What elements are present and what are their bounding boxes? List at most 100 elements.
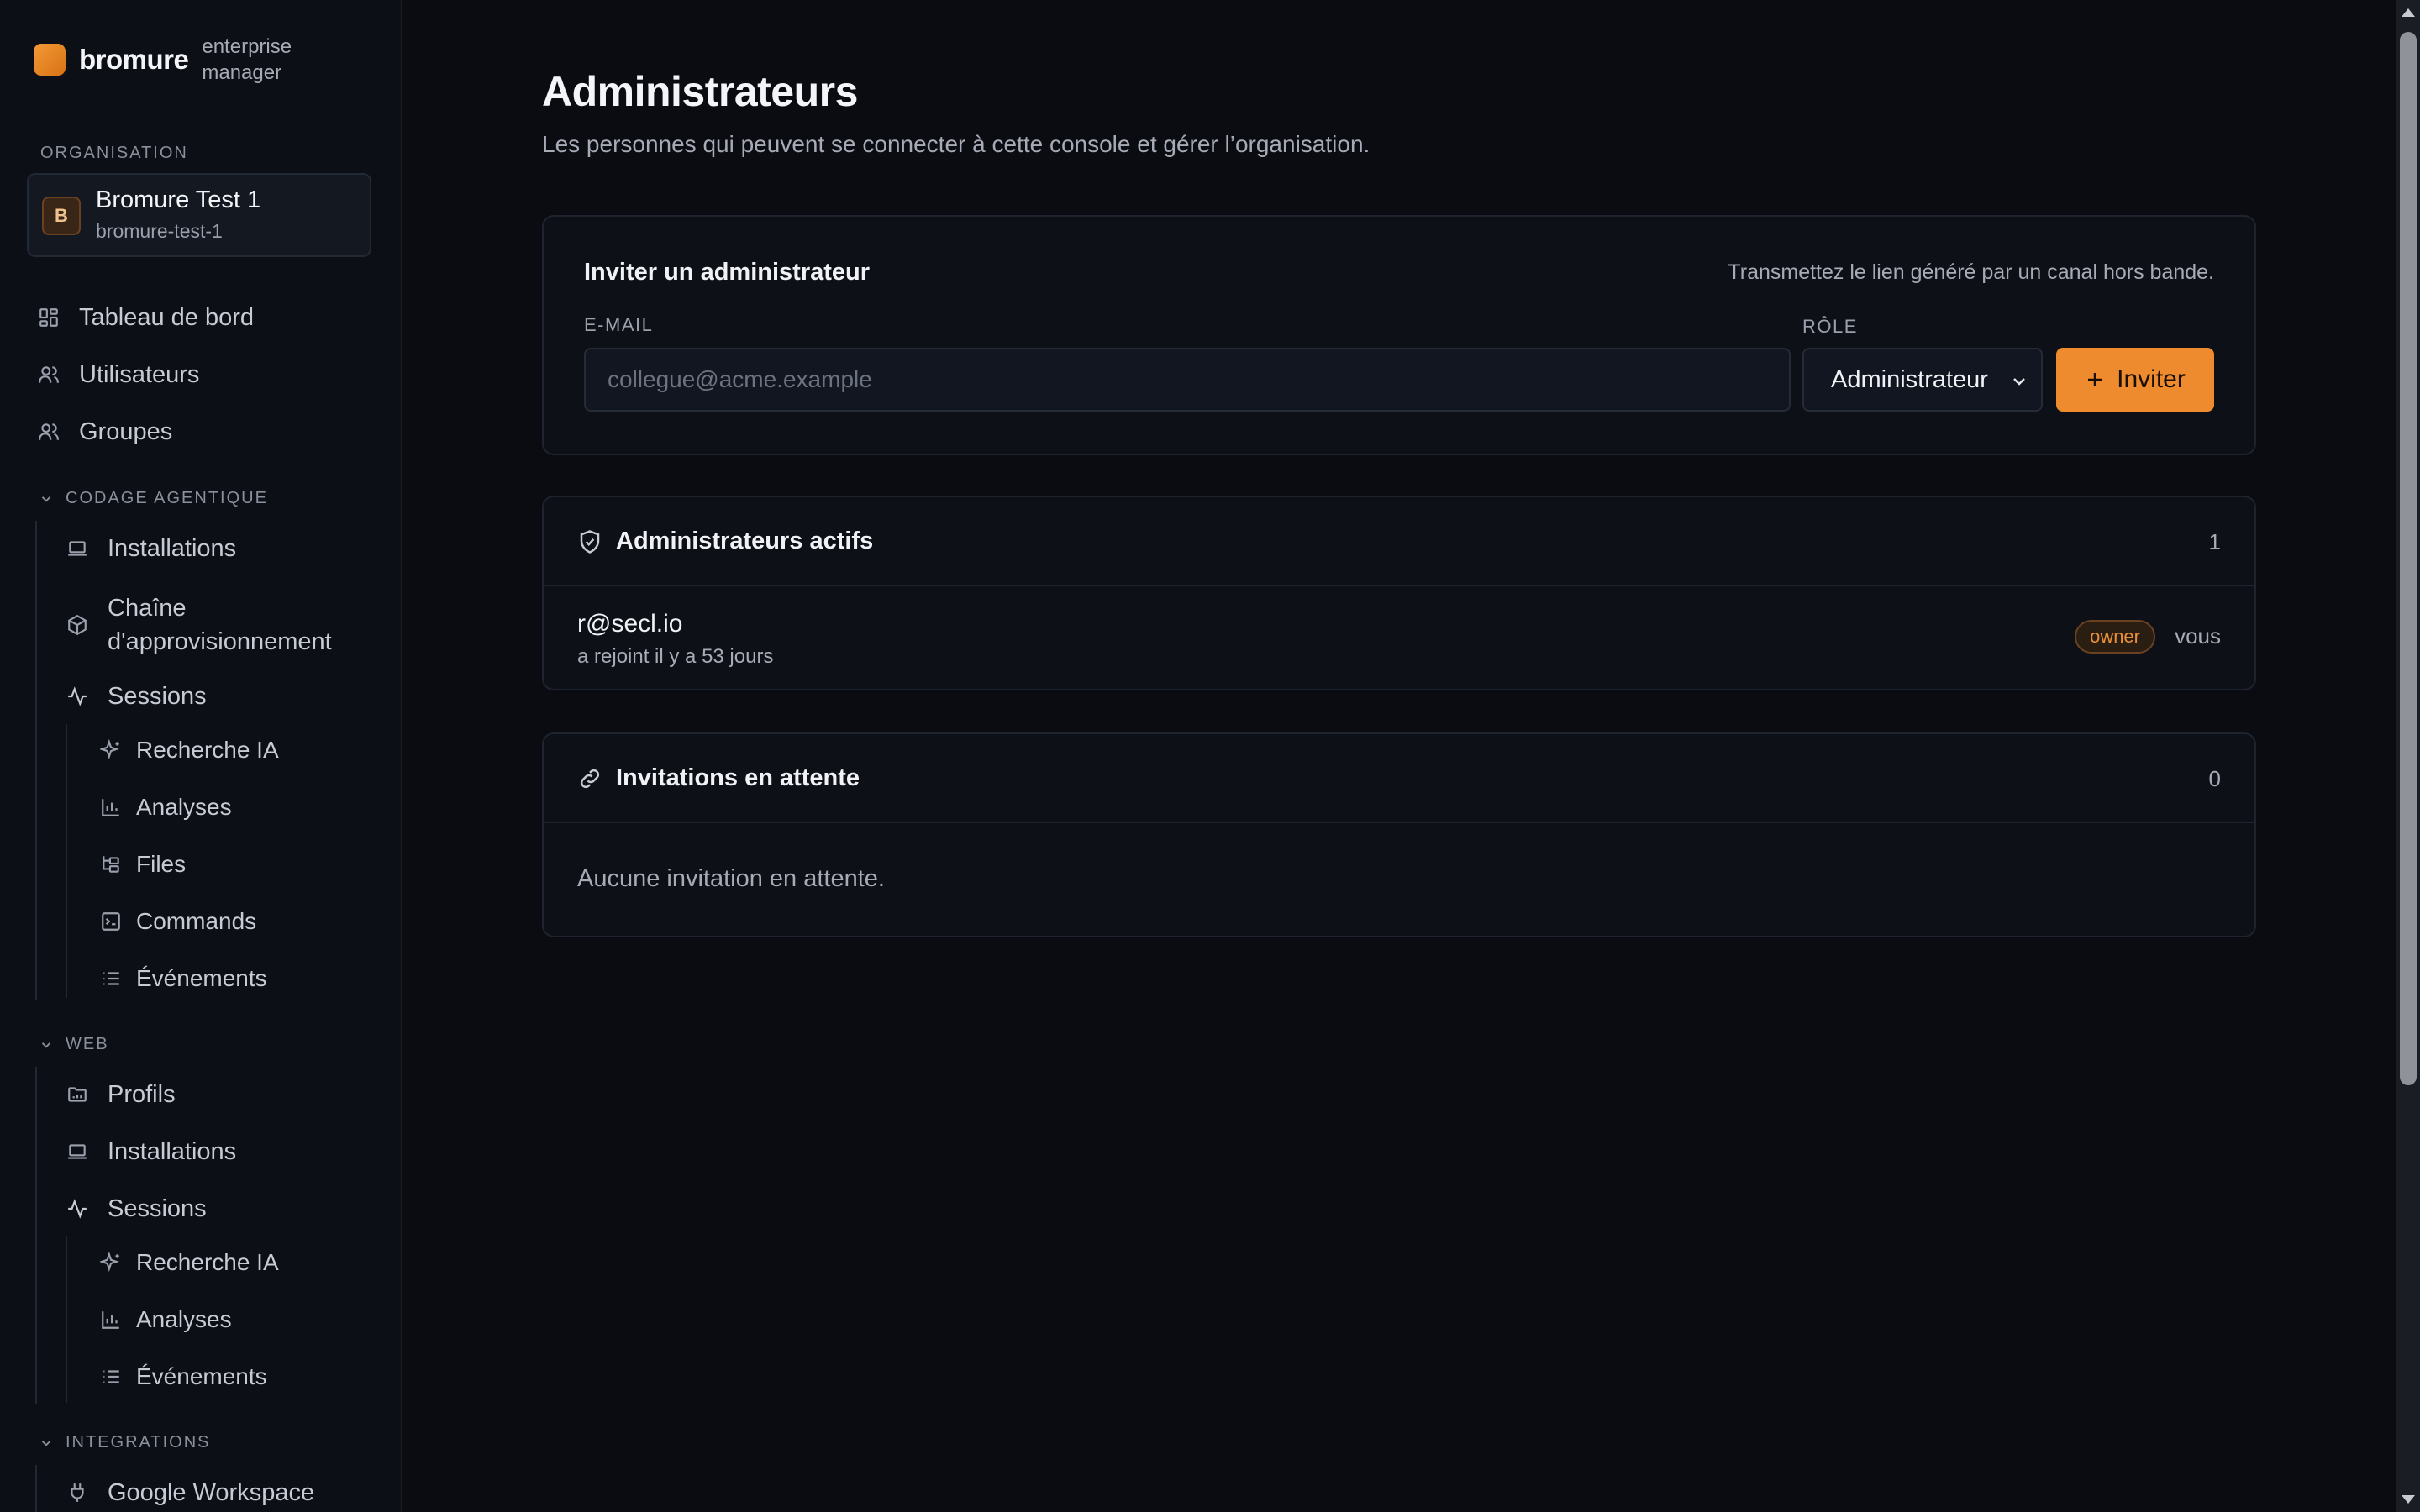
sidebar-item-agentic-analyses[interactable]: Analyses	[99, 788, 232, 827]
empty-state-text: Aucune invitation en attente.	[577, 865, 885, 892]
sidebar-item-label: Installations	[108, 1137, 237, 1165]
sidebar-item-label: Files	[136, 851, 187, 877]
admin-joined: a rejoint il y a 53 jours	[577, 645, 774, 668]
sidebar-item-google-workspace[interactable]: Google Workspace	[66, 1473, 314, 1512]
brand-logo[interactable]: bromure enterprise manager	[34, 34, 311, 86]
terminal-icon	[99, 910, 123, 933]
active-admins-card: Administrateurs actifs 1 r@secl.io a rej…	[542, 496, 2256, 690]
sidebar-item-web-ai-search[interactable]: Recherche IA	[99, 1243, 279, 1282]
users-icon	[37, 363, 60, 386]
laptop-icon	[66, 1140, 89, 1163]
list-icon	[99, 967, 123, 990]
group-icon	[37, 420, 60, 444]
sidebar: bromure enterprise manager ORGANISATION …	[0, 0, 402, 1512]
plus-icon	[2088, 373, 2102, 386]
sidebar-item-agentic-installations[interactable]: Installations	[66, 529, 236, 568]
sidebar-item-label: Utilisateurs	[79, 360, 200, 388]
pending-invitations-title: Invitations en attente	[616, 764, 860, 791]
sidebar-item-web-profiles[interactable]: Profils	[66, 1075, 176, 1114]
sidebar-item-agentic-files[interactable]: Files	[99, 845, 186, 884]
dashboard-icon	[37, 306, 60, 329]
org-section-label: ORGANISATION	[40, 144, 188, 162]
sidebar-item-web-analyses[interactable]: Analyses	[99, 1300, 232, 1339]
org-name: Bromure Test 1	[96, 186, 261, 213]
logo-mark-icon	[34, 44, 66, 76]
bar-chart-icon	[99, 795, 123, 819]
sidebar-item-label: Tableau de bord	[79, 303, 254, 331]
active-admins-header: Administrateurs actifs 1	[544, 497, 2254, 586]
sidebar-item-dashboard[interactable]: Tableau de bord	[37, 298, 254, 337]
org-switcher[interactable]: B Bromure Test 1 bromure-test-1	[27, 173, 371, 257]
bar-chart-icon	[99, 1308, 123, 1331]
sidebar-item-agentic-ai-search[interactable]: Recherche IA	[99, 731, 279, 769]
section-toggle-agentic[interactable]: CODAGE AGENTIQUE	[39, 489, 268, 508]
page-title: Administrateurs	[542, 68, 858, 115]
files-icon	[99, 853, 123, 876]
activity-icon	[66, 1197, 89, 1221]
org-avatar: B	[42, 197, 81, 235]
sidebar-item-label: Événements	[136, 965, 267, 991]
scroll-up-arrow-icon[interactable]	[2402, 8, 2415, 17]
current-user-label: vous	[2175, 623, 2221, 648]
pending-invitations-count: 0	[2208, 766, 2221, 791]
invite-button[interactable]: Inviter	[2056, 348, 2214, 412]
chevron-down-icon	[41, 496, 51, 502]
section-label-web: WEB	[66, 1035, 109, 1053]
sidebar-item-label: Événements	[136, 1363, 267, 1389]
section-toggle-web[interactable]: WEB	[39, 1035, 109, 1054]
active-admins-title: Administrateurs actifs	[616, 528, 874, 554]
section-label-agentic: CODAGE AGENTIQUE	[66, 489, 268, 507]
sidebar-item-users[interactable]: Utilisateurs	[37, 355, 199, 394]
sidebar-item-label: Groupes	[79, 417, 173, 445]
sessions-guide-line	[66, 724, 67, 998]
sparkles-icon	[99, 1251, 123, 1274]
plug-icon	[66, 1481, 89, 1504]
sidebar-item-label: Sessions	[108, 682, 207, 710]
sidebar-item-agentic-commands[interactable]: Commands	[99, 902, 256, 941]
section-guide-line	[35, 521, 37, 1000]
laptop-icon	[66, 537, 89, 560]
section-guide-line	[35, 1465, 37, 1512]
role-select-value: Administrateur	[1831, 365, 1988, 393]
invite-card: Inviter un administrateur Transmettez le…	[542, 215, 2256, 455]
section-label-integrations: INTEGRATIONS	[66, 1433, 211, 1452]
email-input[interactable]	[584, 348, 1791, 412]
invite-title: Inviter un administrateur	[584, 259, 871, 286]
invite-button-label: Inviter	[2117, 365, 2186, 393]
scroll-down-arrow-icon[interactable]	[2402, 1495, 2415, 1504]
role-select[interactable]: Administrateur	[1802, 348, 2043, 412]
admin-email: r@secl.io	[577, 610, 683, 638]
sessions-guide-line	[66, 1236, 67, 1403]
package-icon	[66, 613, 89, 637]
scrollbar-thumb[interactable]	[2400, 32, 2417, 1085]
folder-icon	[66, 1083, 89, 1106]
sidebar-item-label: Commands	[136, 908, 257, 934]
sidebar-item-web-events[interactable]: Événements	[99, 1357, 267, 1396]
section-guide-line	[35, 1067, 37, 1404]
sidebar-item-supply-chain[interactable]: Chaîne d'approvisionnement	[66, 586, 351, 664]
active-admins-count: 1	[2208, 529, 2221, 554]
brand-subtitle: enterprise manager	[202, 35, 292, 84]
sidebar-item-agentic-events[interactable]: Événements	[99, 959, 267, 998]
sidebar-item-agentic-sessions[interactable]: Sessions	[66, 677, 207, 716]
sidebar-item-web-sessions[interactable]: Sessions	[66, 1189, 207, 1228]
sidebar-item-label: Recherche IA	[136, 737, 279, 763]
invite-hint: Transmettez le lien généré par un canal …	[1728, 260, 2214, 284]
brand-name: bromure	[79, 44, 189, 75]
sidebar-item-label: Analyses	[136, 794, 232, 820]
shield-check-icon	[580, 530, 600, 554]
sparkles-icon	[99, 738, 123, 762]
chevron-down-icon	[41, 1440, 51, 1446]
link-icon	[580, 769, 600, 789]
sidebar-item-label: Recherche IA	[136, 1249, 279, 1275]
sidebar-item-label: Analyses	[136, 1306, 232, 1332]
org-slug: bromure-test-1	[96, 220, 223, 242]
page-subtitle: Les personnes qui peuvent se connecter à…	[542, 131, 1370, 157]
sidebar-item-web-installations[interactable]: Installations	[66, 1132, 236, 1171]
sidebar-item-groups[interactable]: Groupes	[37, 412, 172, 451]
chevron-down-icon	[2013, 378, 2025, 386]
section-toggle-integrations[interactable]: INTEGRATIONS	[39, 1433, 211, 1452]
pending-invitations-header: Invitations en attente 0	[544, 734, 2254, 823]
role-label: RÔLE	[1802, 316, 1858, 337]
sidebar-item-label: Installations	[108, 534, 237, 562]
